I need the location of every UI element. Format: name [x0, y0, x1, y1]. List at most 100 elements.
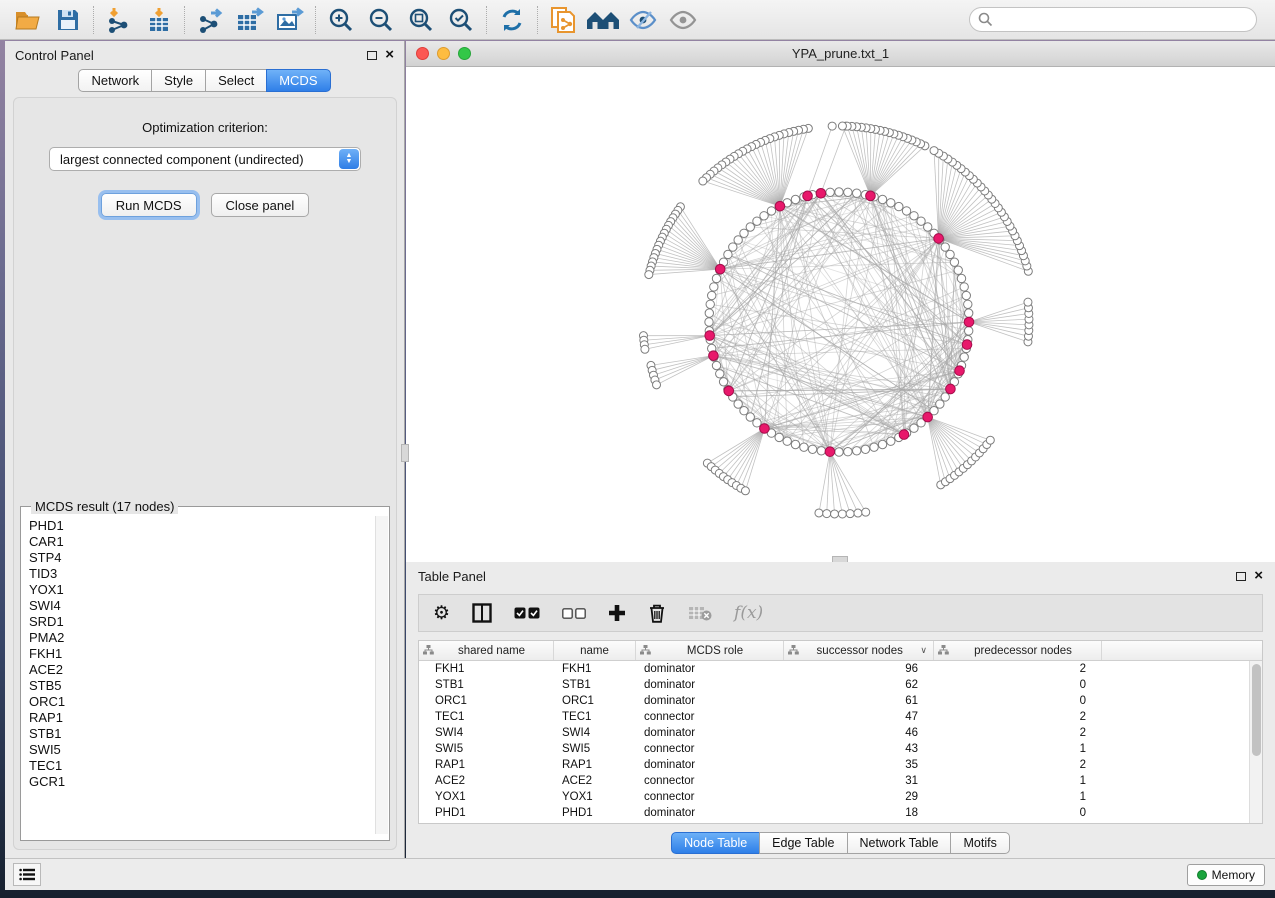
table-cell[interactable]: TEC1: [419, 711, 554, 723]
export-network-icon[interactable]: [190, 3, 230, 37]
table-cell[interactable]: ACE2: [554, 775, 636, 787]
table-row[interactable]: STB1STB1dominator620: [419, 677, 1249, 693]
table-row[interactable]: YOX1YOX1connector291: [419, 789, 1249, 805]
table-cell[interactable]: 1: [934, 791, 1102, 803]
table-cell[interactable]: 2: [934, 727, 1102, 739]
table-cell[interactable]: dominator: [636, 695, 784, 707]
mcds-result-item[interactable]: TEC1: [29, 758, 374, 774]
table-cell[interactable]: dominator: [636, 679, 784, 691]
table-cell[interactable]: STB1: [419, 679, 554, 691]
table-cell[interactable]: RAP1: [419, 759, 554, 771]
table-cell[interactable]: FKH1: [419, 663, 554, 675]
import-table-icon[interactable]: [139, 3, 179, 37]
table-cell[interactable]: ACE2: [419, 775, 554, 787]
table-cell[interactable]: SWI4: [419, 727, 554, 739]
table-cell[interactable]: connector: [636, 711, 784, 723]
show-eye-icon[interactable]: [663, 3, 703, 37]
mcds-result-item[interactable]: CAR1: [29, 534, 374, 550]
mcds-result-item[interactable]: RAP1: [29, 710, 374, 726]
open-file-icon[interactable]: [8, 3, 48, 37]
tab-select[interactable]: Select: [205, 69, 267, 92]
tab-style[interactable]: Style: [151, 69, 206, 92]
table-cell[interactable]: STB1: [554, 679, 636, 691]
sort-chevron-icon[interactable]: ∨: [920, 645, 927, 656]
mcds-result-item[interactable]: STB1: [29, 726, 374, 742]
table-cell[interactable]: PHD1: [554, 807, 636, 819]
mcds-result-item[interactable]: STB5: [29, 678, 374, 694]
hide-details-eye-slash-icon[interactable]: [623, 3, 663, 37]
table-cell[interactable]: 35: [784, 759, 934, 771]
table-cell[interactable]: YOX1: [554, 791, 636, 803]
zoom-fit-icon[interactable]: [401, 3, 441, 37]
mcds-result-item[interactable]: SRD1: [29, 614, 374, 630]
deselect-all-checks-icon[interactable]: [562, 608, 586, 619]
mcds-result-item[interactable]: ACE2: [29, 662, 374, 678]
table-cell[interactable]: 2: [934, 711, 1102, 723]
column-header-successor-nodes[interactable]: successor nodes∨: [784, 641, 934, 660]
zoom-out-icon[interactable]: [361, 3, 401, 37]
float-table-panel-icon[interactable]: [1236, 572, 1246, 581]
table-cell[interactable]: dominator: [636, 663, 784, 675]
table-row[interactable]: TEC1TEC1connector472: [419, 709, 1249, 725]
zoom-selected-icon[interactable]: [441, 3, 481, 37]
mcds-result-item[interactable]: GCR1: [29, 774, 374, 790]
table-cell[interactable]: 0: [934, 695, 1102, 707]
table-cell[interactable]: 96: [784, 663, 934, 675]
tab-motifs[interactable]: Motifs: [950, 832, 1009, 854]
mcds-result-item[interactable]: SWI5: [29, 742, 374, 758]
column-visibility-icon[interactable]: [472, 603, 492, 623]
export-image-icon[interactable]: [270, 3, 310, 37]
export-table-icon[interactable]: [230, 3, 270, 37]
table-cell[interactable]: dominator: [636, 759, 784, 771]
refresh-layout-icon[interactable]: [492, 3, 532, 37]
criterion-select[interactable]: largest connected component (undirected)…: [49, 147, 361, 171]
mcds-result-item[interactable]: PMA2: [29, 630, 374, 646]
mcds-result-scrollbar[interactable]: [375, 516, 388, 834]
table-cell[interactable]: connector: [636, 775, 784, 787]
table-scrollbar-thumb[interactable]: [1252, 664, 1261, 756]
table-scrollbar[interactable]: [1249, 661, 1262, 823]
table-cell[interactable]: connector: [636, 791, 784, 803]
mcds-result-item[interactable]: TID3: [29, 566, 374, 582]
float-panel-icon[interactable]: [367, 51, 377, 60]
tab-network[interactable]: Network: [78, 69, 152, 92]
tab-network-table[interactable]: Network Table: [847, 832, 952, 854]
tab-edge-table[interactable]: Edge Table: [759, 832, 847, 854]
table-cell[interactable]: YOX1: [419, 791, 554, 803]
table-cell[interactable]: 61: [784, 695, 934, 707]
table-cell[interactable]: 47: [784, 711, 934, 723]
tab-node-table[interactable]: Node Table: [671, 832, 760, 854]
column-header-predecessor-nodes[interactable]: predecessor nodes: [934, 641, 1102, 660]
table-cell[interactable]: SWI5: [419, 743, 554, 755]
table-cell[interactable]: dominator: [636, 727, 784, 739]
run-mcds-button[interactable]: Run MCDS: [101, 193, 197, 217]
zoom-in-icon[interactable]: [321, 3, 361, 37]
table-cell[interactable]: ORC1: [419, 695, 554, 707]
delete-column-trash-icon[interactable]: [648, 603, 666, 623]
select-all-checks-icon[interactable]: [514, 607, 540, 619]
table-row[interactable]: SWI5SWI5connector431: [419, 741, 1249, 757]
mcds-result-item[interactable]: YOX1: [29, 582, 374, 598]
table-cell[interactable]: 29: [784, 791, 934, 803]
mcds-result-item[interactable]: SWI4: [29, 598, 374, 614]
duplicate-network-icon[interactable]: [543, 3, 583, 37]
table-cell[interactable]: 1: [934, 775, 1102, 787]
task-history-button[interactable]: [13, 863, 41, 886]
table-settings-gear-icon[interactable]: ⚙: [433, 602, 450, 625]
table-cell[interactable]: 0: [934, 807, 1102, 819]
table-cell[interactable]: 0: [934, 679, 1102, 691]
table-cell[interactable]: ORC1: [554, 695, 636, 707]
mcds-result-item[interactable]: PHD1: [29, 518, 374, 534]
table-cell[interactable]: 31: [784, 775, 934, 787]
table-cell[interactable]: SWI5: [554, 743, 636, 755]
close-panel-button[interactable]: Close panel: [211, 193, 310, 217]
table-row[interactable]: PHD1PHD1dominator180: [419, 805, 1249, 821]
mcds-result-item[interactable]: STP4: [29, 550, 374, 566]
search-input[interactable]: [969, 7, 1257, 32]
memory-button[interactable]: Memory: [1187, 864, 1265, 886]
close-table-panel-icon[interactable]: ×: [1254, 571, 1263, 581]
table-row[interactable]: RAP1RAP1dominator352: [419, 757, 1249, 773]
tab-mcds[interactable]: MCDS: [266, 69, 330, 92]
table-row[interactable]: FKH1FKH1dominator962: [419, 661, 1249, 677]
mcds-result-item[interactable]: ORC1: [29, 694, 374, 710]
